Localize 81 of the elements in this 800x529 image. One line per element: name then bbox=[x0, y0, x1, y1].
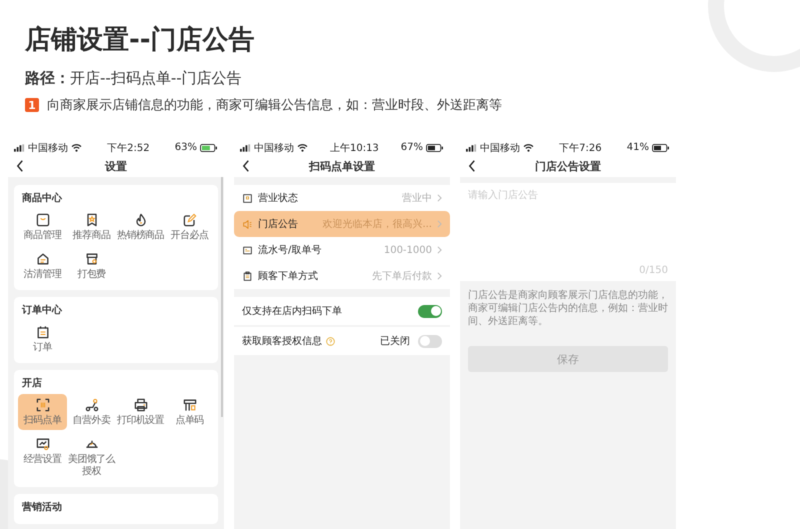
menu-item[interactable]: 美团饿了么授权 bbox=[67, 433, 116, 481]
ticket-icon bbox=[242, 244, 253, 256]
carrier-text: 中国移动 bbox=[28, 142, 68, 154]
row-label: 营业状态 bbox=[258, 192, 298, 205]
signal-icon bbox=[240, 144, 251, 152]
signal-icon bbox=[466, 144, 477, 152]
menu-item[interactable]: 商品管理 bbox=[18, 209, 67, 245]
menu-item[interactable]: 开台必点 bbox=[165, 209, 214, 245]
section-title: 开店 bbox=[21, 376, 43, 390]
battery-percent: 67% bbox=[400, 142, 423, 153]
row-label: 顾客下单方式 bbox=[258, 270, 318, 283]
menu-item[interactable]: 点单码 bbox=[165, 394, 214, 430]
chevron-icon bbox=[437, 246, 442, 254]
status-time: 下午2:52 bbox=[107, 142, 150, 154]
stand-icon bbox=[182, 397, 198, 413]
signal-icon bbox=[14, 144, 25, 152]
back-icon[interactable] bbox=[16, 160, 24, 172]
clipboard-icon bbox=[242, 270, 253, 282]
sign-icon bbox=[242, 192, 253, 204]
battery-icon bbox=[426, 144, 444, 152]
settings-row[interactable]: 营业状态 营业中 bbox=[234, 185, 450, 211]
status-time: 上午10:13 bbox=[330, 142, 379, 154]
path-text: 路径：开店--扫码点单--门店公告 bbox=[25, 68, 243, 88]
settings-row[interactable]: 顾客下单方式 先下单后付款 bbox=[234, 263, 450, 289]
toggle-state-text: 已关闭 bbox=[380, 334, 410, 348]
status-time: 下午7:26 bbox=[559, 142, 602, 154]
battery-icon bbox=[200, 144, 218, 152]
number-badge: 1 bbox=[25, 98, 39, 112]
menu-item[interactable]: 经营设置 bbox=[18, 433, 67, 481]
bag-icon bbox=[34, 212, 50, 228]
toggle-switch[interactable] bbox=[418, 334, 442, 348]
box-icon bbox=[84, 251, 100, 267]
settings-row[interactable]: 流水号/取单号 100-1000 bbox=[234, 237, 450, 263]
wifi-icon bbox=[71, 144, 82, 152]
chevron-icon bbox=[437, 220, 442, 228]
section-title: 营销活动 bbox=[21, 500, 63, 514]
speaker-icon bbox=[242, 218, 253, 230]
battery-icon bbox=[652, 144, 670, 152]
toggle-label: 获取顾客授权信息 bbox=[242, 334, 322, 348]
printer-icon bbox=[132, 397, 148, 413]
page-title: 店铺设置--门店公告 bbox=[25, 24, 256, 57]
row-value: 100-1000 bbox=[384, 244, 432, 256]
description-text: 门店公告是商家向顾客展示门店信息的功能，商家可编辑门店公告内的信息，例如：营业时间、外送距离等。 bbox=[468, 289, 668, 328]
carrier-text: 中国移动 bbox=[480, 142, 520, 154]
menu-item[interactable]: 自营外卖 bbox=[67, 394, 116, 430]
row-value: 先下单后付款 bbox=[372, 270, 432, 283]
menu-item[interactable]: 扫码点单 bbox=[18, 394, 67, 430]
section-title: 商品中心 bbox=[21, 191, 63, 205]
toggle-label: 仅支持在店内扫码下单 bbox=[242, 304, 342, 318]
wifi-icon bbox=[523, 144, 534, 152]
nav-title: 门店公告设置 bbox=[535, 158, 601, 174]
menu-item[interactable]: 热销榜商品 bbox=[116, 209, 165, 245]
calendar-icon bbox=[34, 324, 50, 340]
chart-icon bbox=[34, 436, 50, 452]
battery-percent: 41% bbox=[626, 142, 649, 153]
menu-item[interactable]: 沽清管理 bbox=[18, 248, 67, 284]
back-icon[interactable] bbox=[468, 160, 476, 172]
section-title: 订单中心 bbox=[20, 303, 63, 317]
row-value: 营业中 bbox=[402, 192, 432, 205]
toggle-switch[interactable] bbox=[418, 304, 442, 318]
house-icon bbox=[34, 251, 50, 267]
chevron-icon bbox=[437, 272, 442, 280]
row-label: 流水号/取单号 bbox=[258, 244, 322, 257]
settings-row[interactable]: 门店公告 欢迎光临本店，很高兴... bbox=[234, 211, 450, 237]
row-value: 欢迎光临本店，很高兴... bbox=[322, 218, 432, 231]
edit-icon bbox=[182, 212, 198, 228]
row-label: 门店公告 bbox=[258, 218, 298, 231]
scooter-icon bbox=[84, 397, 100, 413]
chevron-icon bbox=[437, 194, 442, 202]
note-text: 向商家展示店铺信息的功能，商家可编辑公告信息，如：营业时段、外送距离等 bbox=[47, 97, 502, 114]
menu-item[interactable]: 订单 bbox=[18, 321, 67, 357]
menu-item[interactable]: 打包费 bbox=[67, 248, 116, 284]
wifi-icon bbox=[297, 144, 308, 152]
carrier-text: 中国移动 bbox=[254, 142, 294, 154]
nav-title: 设置 bbox=[105, 158, 127, 174]
menu-item[interactable]: 打印机设置 bbox=[116, 394, 165, 430]
back-icon[interactable] bbox=[242, 160, 250, 172]
nav-title: 扫码点单设置 bbox=[309, 158, 375, 174]
menu-item[interactable]: 推荐商品 bbox=[67, 209, 116, 245]
scan-icon bbox=[34, 397, 50, 413]
battery-percent: 63% bbox=[174, 142, 197, 153]
